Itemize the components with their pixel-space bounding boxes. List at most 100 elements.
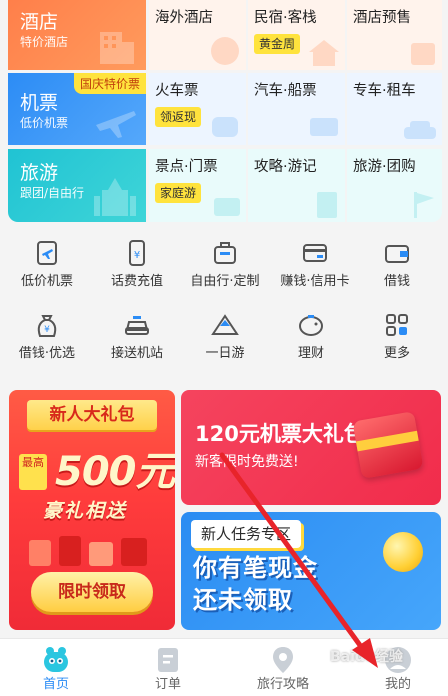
menu-label: 更多 — [383, 346, 410, 361]
attractions-cell[interactable]: 景点·门票 家庭游 — [149, 149, 246, 222]
hotel-presale-cell[interactable]: 酒店预售 — [347, 0, 442, 70]
tab-home[interactable]: 首页 — [0, 639, 112, 696]
calendar-icon — [411, 43, 435, 65]
attractions-tag: 家庭游 — [155, 183, 202, 203]
coin-icon — [383, 532, 423, 572]
car-rental-cell[interactable]: 专车·租车 — [347, 73, 442, 145]
menu-item-day-trip[interactable]: 一日游 — [180, 304, 270, 368]
menu-label: 借钱 — [383, 274, 410, 289]
tab-label: 旅行攻略 — [256, 677, 309, 692]
bus-ship-cell[interactable]: 汽车·船票 — [248, 73, 345, 145]
order-list-icon — [158, 648, 178, 672]
group-buy-label: 旅游·团购 — [353, 159, 416, 175]
menu-label: 赚钱·信用卡 — [280, 274, 350, 289]
phone-recharge-icon: ¥ — [129, 240, 145, 266]
tab-label: 我的 — [384, 677, 411, 692]
hotel-presale-label: 酒店预售 — [353, 10, 411, 26]
palace-icon — [94, 178, 136, 216]
grid-more-icon — [386, 314, 408, 336]
flight-badge: 国庆特价票 — [73, 73, 146, 94]
bus-ship-label: 汽车·船票 — [254, 83, 317, 99]
travel-row: 旅游 跟团/自由行 景点·门票 家庭游 攻略·游记 旅游·团购 — [8, 149, 442, 222]
quick-menu: 低价机票 ¥ 话费充值 自由行·定制 赚钱·信用卡 借钱 ¥ 借钱·优选 接送机… — [0, 232, 448, 372]
gift-amount: 500元 — [55, 449, 175, 495]
new-user-task-banner[interactable]: 新人任务专区 你有笔现金 还未领取 — [181, 512, 441, 630]
train-ticket-tag: 领返现 — [155, 107, 202, 127]
menu-label: 一日游 — [205, 346, 245, 361]
svg-text:¥: ¥ — [134, 250, 140, 261]
flight-main-cell[interactable]: 国庆特价票 机票 低价机票 — [8, 73, 146, 145]
service-grid: 酒店 特价酒店 海外酒店 民宿·客栈 黄金周 酒店预售 国庆特价票 机票 低价机… — [8, 0, 442, 222]
train-ticket-cell[interactable]: 火车票 领返现 — [149, 73, 246, 145]
tab-label: 订单 — [154, 677, 181, 692]
credit-card-icon — [303, 244, 327, 262]
menu-item-credit-card[interactable]: 赚钱·信用卡 — [270, 232, 360, 296]
train-icon — [212, 117, 238, 137]
guides-label: 攻略·游记 — [254, 159, 317, 175]
newuser-gift-banner[interactable]: 新人大礼包 最高 500元 豪礼相送 限时领取 — [9, 390, 175, 630]
wallet-icon — [385, 245, 409, 263]
menu-item-finance[interactable]: 理财 — [266, 304, 356, 368]
homestay-label: 民宿·客栈 — [254, 10, 317, 26]
airplane-icon — [96, 111, 136, 138]
newuser-ribbon: 新人大礼包 — [27, 400, 157, 430]
watermark: Baidu经验 — [330, 649, 403, 665]
menu-label: 自由行·定制 — [190, 274, 260, 289]
red-envelope-icon — [29, 536, 147, 566]
overseas-hotel-cell[interactable]: 海外酒店 — [149, 0, 246, 70]
task-line2: 还未领取 — [193, 586, 293, 614]
location-pin-icon — [273, 647, 293, 673]
overseas-hotel-label: 海外酒店 — [155, 10, 213, 26]
svg-text:¥: ¥ — [44, 325, 50, 335]
tab-orders[interactable]: 订单 — [112, 639, 224, 696]
home-mascot-icon — [44, 647, 68, 672]
flight-gift-banner[interactable]: 120元机票大礼包 新客限时免费送! — [181, 390, 441, 505]
menu-item-custom-trip[interactable]: 自由行·定制 — [180, 232, 270, 296]
piggy-bank-icon — [299, 315, 323, 336]
hotel-row: 酒店 特价酒店 海外酒店 民宿·客栈 黄金周 酒店预售 — [8, 0, 442, 70]
group-buy-cell[interactable]: 旅游·团购 — [347, 149, 442, 222]
menu-item-airport-transfer[interactable]: 接送机站 — [92, 304, 182, 368]
suitcase-icon — [214, 242, 236, 264]
flight-row: 国庆特价票 机票 低价机票 火车票 领返现 汽车·船票 专车·租车 — [8, 73, 442, 145]
tab-label: 首页 — [42, 677, 69, 692]
menu-label: 借钱·优选 — [18, 346, 76, 361]
travel-main-cell[interactable]: 旅游 跟团/自由行 — [8, 149, 146, 222]
hotel-main-cell[interactable]: 酒店 特价酒店 — [8, 0, 146, 70]
ticket-icon — [214, 198, 240, 216]
flight-gift-subtitle: 新客限时免费送! — [195, 454, 299, 470]
car-rental-label: 专车·租车 — [353, 83, 416, 99]
menu-item-phone-recharge[interactable]: ¥ 话费充值 — [92, 232, 182, 296]
notebook-icon — [317, 192, 337, 218]
car-rental-icon — [404, 121, 436, 139]
tab-travel-guide[interactable]: 旅行攻略 — [227, 639, 339, 696]
task-line1: 你有笔现金 — [193, 554, 318, 582]
gift-subtitle: 豪礼相送 — [43, 500, 128, 522]
house-icon — [309, 40, 339, 66]
menu-label: 低价机票 — [20, 274, 73, 289]
flag-icon — [414, 192, 434, 218]
menu-item-borrow[interactable]: 借钱 — [352, 232, 442, 296]
claim-now-button[interactable]: 限时领取 — [31, 572, 153, 612]
task-zone-tag: 新人任务专区 — [191, 520, 302, 548]
attractions-label: 景点·门票 — [155, 159, 218, 175]
train-ticket-label: 火车票 — [155, 83, 199, 99]
globe-icon — [211, 37, 239, 65]
homestay-cell[interactable]: 民宿·客栈 黄金周 — [248, 0, 345, 70]
guides-cell[interactable]: 攻略·游记 — [248, 149, 345, 222]
menu-item-low-price-flight[interactable]: 低价机票 — [2, 232, 92, 296]
menu-item-borrow-select[interactable]: ¥ 借钱·优选 — [2, 304, 92, 368]
car-icon — [125, 316, 149, 335]
menu-item-more[interactable]: 更多 — [352, 304, 442, 368]
menu-label: 话费充值 — [110, 274, 163, 289]
plane-ticket-icon — [37, 241, 57, 265]
hotel-building-icon — [100, 32, 134, 64]
bus-icon — [310, 118, 338, 136]
amount-prefix: 最高 — [19, 454, 47, 490]
gift-box-icon — [352, 411, 424, 479]
menu-label: 接送机站 — [110, 346, 163, 361]
flight-gift-title: 120元机票大礼包 — [195, 422, 365, 446]
mountain-icon — [211, 314, 239, 335]
money-bag-icon: ¥ — [37, 315, 57, 337]
menu-label: 理财 — [297, 346, 324, 361]
